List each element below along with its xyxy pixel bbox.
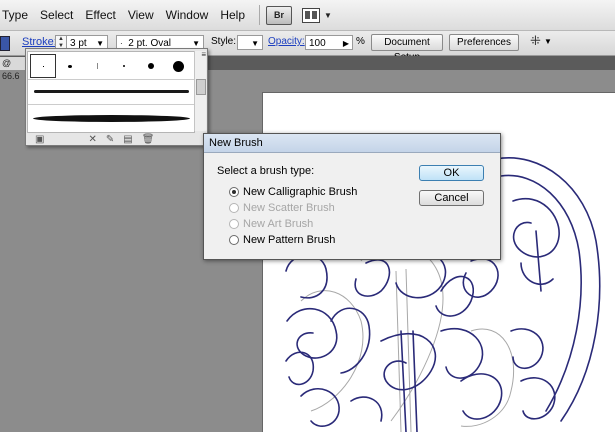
radio-label: New Art Brush	[243, 218, 314, 230]
menu-bar: Type Select Effect View Window Help Br ▼	[0, 0, 615, 31]
chevron-down-icon[interactable]: ▼	[251, 36, 259, 51]
percent-sign: %	[356, 36, 365, 47]
arrange-documents-icon[interactable]	[302, 7, 321, 23]
radio-button[interactable]	[229, 235, 239, 245]
brush-stroke-row-2[interactable]	[33, 115, 190, 122]
new-brush-icon[interactable]: ▤	[123, 134, 132, 145]
brush-dot-icon	[123, 65, 125, 67]
menu-separator	[259, 5, 261, 25]
new-brush-dialog: New Brush Select a brush type: New Calli…	[203, 133, 501, 260]
document-setup-button[interactable]: Document Setup	[371, 34, 443, 63]
panel-menu-icon[interactable]: ≡	[201, 50, 206, 59]
opacity-value: 100	[309, 38, 326, 49]
radio-label: New Scatter Brush	[243, 202, 335, 214]
delete-brush-icon[interactable]: 🗑	[142, 134, 155, 145]
dialog-prompt: Select a brush type:	[217, 165, 315, 177]
chevron-right-icon[interactable]: ▶	[343, 36, 349, 51]
brush-dot-icon	[96, 63, 98, 69]
fill-swatch[interactable]	[0, 36, 10, 51]
stroke-label[interactable]: Stroke:	[22, 36, 57, 48]
radio-label: New Calligraphic Brush	[243, 186, 358, 198]
ok-button[interactable]: OK	[419, 165, 484, 181]
brush-dot-icon	[148, 63, 154, 69]
brushes-panel: ≡ ▣ ✕ ✎ ▤ 🗑	[25, 48, 208, 146]
menu-type[interactable]: Type	[0, 8, 34, 22]
brush-swatch-3[interactable]	[84, 54, 110, 78]
options-icon[interactable]: ✎	[106, 134, 114, 145]
radio-label: New Pattern Brush	[243, 234, 336, 246]
brush-swatch-6[interactable]	[165, 54, 191, 78]
select-similar-icon[interactable]: ⁜	[530, 33, 541, 49]
cancel-button[interactable]: Cancel	[419, 190, 484, 206]
brush-library	[27, 51, 195, 133]
preferences-button[interactable]: Preferences	[449, 34, 519, 51]
dialog-title[interactable]: New Brush	[204, 134, 500, 153]
radio-pattern[interactable]: New Pattern Brush	[229, 234, 335, 246]
brush-dot-icon	[42, 65, 44, 67]
brush-swatch-4[interactable]	[111, 54, 137, 78]
brush-swatch-1[interactable]	[30, 54, 56, 78]
radio-button	[229, 203, 239, 213]
radio-button[interactable]	[229, 187, 239, 197]
divider	[28, 104, 194, 105]
radio-calligraphic[interactable]: New Calligraphic Brush	[229, 186, 357, 198]
radio-art: New Art Brush	[229, 218, 313, 230]
divider	[28, 79, 194, 80]
brush-dot-icon: ·	[120, 39, 123, 48]
brush-dot-icon	[68, 64, 72, 68]
style-label: Style:	[211, 36, 237, 47]
menu-help[interactable]: Help	[214, 8, 251, 22]
style-field[interactable]: ▼	[237, 35, 263, 50]
scroll-thumb[interactable]	[196, 79, 206, 95]
brush-swatch-2[interactable]	[57, 54, 83, 78]
brushes-panel-footer: ▣ ✕ ✎ ▤ 🗑	[26, 133, 207, 145]
bridge-icon[interactable]: Br	[266, 5, 293, 25]
menu-window[interactable]: Window	[160, 8, 215, 22]
menu-view[interactable]: View	[122, 8, 160, 22]
chevron-down-icon[interactable]: ▼	[544, 37, 552, 46]
brush-stroke-row-1[interactable]	[34, 90, 189, 93]
menu-select[interactable]: Select	[34, 8, 79, 22]
brush-libraries-icon[interactable]: ▣	[35, 134, 44, 145]
radio-scatter: New Scatter Brush	[229, 202, 335, 214]
brush-dot-icon	[172, 60, 184, 72]
opacity-field[interactable]: 100 ▶	[305, 35, 353, 50]
remove-stroke-icon[interactable]: ✕	[88, 134, 96, 145]
radio-button	[229, 219, 239, 229]
menu-effect[interactable]: Effect	[79, 8, 121, 22]
opacity-label[interactable]: Opacity:	[268, 36, 305, 47]
document-tab[interactable]: @ 66.6	[0, 57, 26, 81]
brush-scrollbar[interactable]	[194, 51, 206, 131]
brush-swatch-5[interactable]	[138, 54, 164, 78]
chevron-down-icon[interactable]: ▼	[324, 11, 332, 20]
